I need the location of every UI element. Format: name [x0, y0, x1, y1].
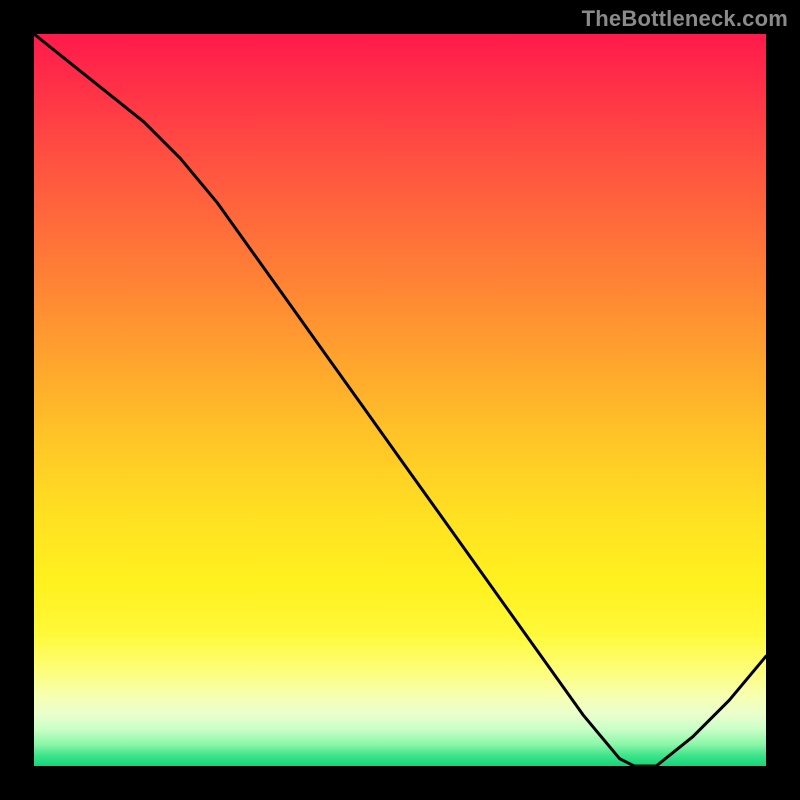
plot-area [34, 34, 766, 766]
bottleneck-curve [34, 34, 766, 766]
chart-frame: TheBottleneck.com [0, 0, 800, 800]
watermark-text: TheBottleneck.com [582, 6, 788, 32]
